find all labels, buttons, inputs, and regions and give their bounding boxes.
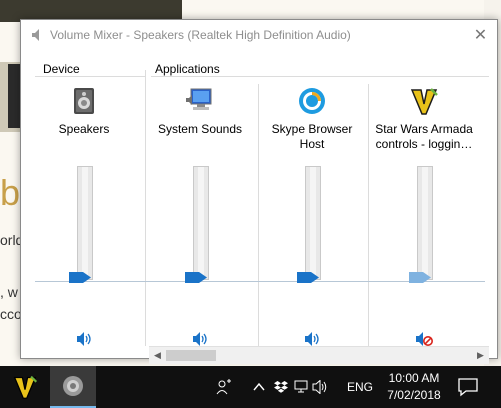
channel-skype-browser-host: Skype Browser Host [257, 80, 367, 350]
volume-mixer-window: Volume Mixer - Speakers (Realtek High De… [20, 19, 498, 364]
close-icon: ✕ [473, 27, 488, 44]
horizontal-scrollbar[interactable]: ◀ ▶ [149, 346, 489, 364]
channel-name: Speakers [58, 122, 110, 136]
speaker-title-icon [32, 29, 39, 41]
people-icon[interactable] [215, 378, 233, 396]
device-group-label: Device [43, 62, 80, 76]
mute-speaker-icon[interactable] [303, 331, 321, 347]
action-center-icon[interactable] [456, 376, 480, 398]
close-button[interactable]: ✕ [464, 20, 497, 50]
system-sounds-icon[interactable] [185, 86, 215, 116]
channel-system-sounds: System Sounds [145, 80, 255, 350]
channel-name: System Sounds [157, 122, 243, 136]
volume-slider-thumb[interactable] [409, 272, 431, 283]
clock-time: 10:00 AM [388, 371, 440, 385]
volume-slider-thumb[interactable] [185, 272, 207, 283]
mute-speaker-icon[interactable] [191, 331, 209, 347]
volume-slider-fill [422, 167, 428, 279]
background-text-fragment: cco [0, 306, 22, 322]
scrollbar-thumb[interactable] [166, 350, 216, 361]
clock[interactable]: 10:00 AM 7/02/2018 [385, 370, 443, 404]
network-icon[interactable] [292, 378, 310, 396]
title-bar[interactable]: Volume Mixer - Speakers (Realtek High De… [21, 20, 497, 50]
channel-name-line: Skype Browser [271, 122, 353, 136]
speaker-device-icon[interactable] [69, 86, 99, 116]
volume-slider-thumb[interactable] [297, 272, 319, 283]
channel-name-line: Star Wars Armada [375, 122, 473, 136]
device-group-rule [35, 76, 145, 77]
channel-name: Star Wars Armada controls - loggin… [369, 122, 479, 152]
mute-speaker-icon[interactable] [75, 331, 93, 347]
taskbar-app-star-wars-armada[interactable] [2, 366, 48, 408]
taskbar: ENG 10:00 AM 7/02/2018 [0, 366, 501, 408]
volume-slider-fill [82, 167, 88, 279]
volume-slider-track[interactable] [417, 166, 433, 280]
volume-icon[interactable] [311, 378, 329, 396]
speaker-device-icon [63, 376, 83, 396]
channel-name-line: controls - loggin… [375, 137, 473, 151]
volume-slider-track[interactable] [193, 166, 209, 280]
channel-speakers: Speakers [29, 80, 139, 350]
volume-slider-thumb[interactable] [69, 272, 91, 283]
window-title: Volume Mixer - Speakers (Realtek High De… [50, 28, 351, 42]
volume-slider-track[interactable] [305, 166, 321, 280]
applications-group-label: Applications [155, 62, 220, 76]
scroll-left-button[interactable]: ◀ [149, 347, 166, 364]
muted-speaker-icon[interactable] [415, 331, 433, 347]
channel-name: Skype Browser Host [257, 122, 367, 152]
chevron-up-icon[interactable] [250, 378, 268, 396]
channel-star-wars-armada: Star Wars Armada controls - loggin… [369, 80, 479, 350]
taskbar-app-volume-mixer[interactable] [50, 366, 96, 408]
volume-slider-fill [310, 167, 316, 279]
volume-slider-fill [198, 167, 204, 279]
clock-date: 7/02/2018 [387, 388, 441, 402]
skype-icon[interactable] [297, 86, 327, 116]
channel-name-line: Host [299, 137, 325, 151]
chevron-left-icon: ◀ [154, 350, 161, 360]
star-wars-armada-icon [13, 375, 38, 399]
background-image-dark [8, 64, 20, 128]
chevron-right-icon: ▶ [477, 350, 484, 360]
background-text-fragment: , w [0, 284, 18, 300]
dropbox-icon[interactable] [272, 378, 290, 396]
star-wars-armada-icon[interactable] [409, 86, 439, 116]
mixer-content: Device Applications Speakers System Soun… [21, 50, 497, 364]
language-indicator[interactable]: ENG [347, 380, 373, 394]
applications-group-rule [151, 76, 489, 77]
scroll-right-button[interactable]: ▶ [472, 347, 489, 364]
volume-slider-track[interactable] [77, 166, 93, 280]
